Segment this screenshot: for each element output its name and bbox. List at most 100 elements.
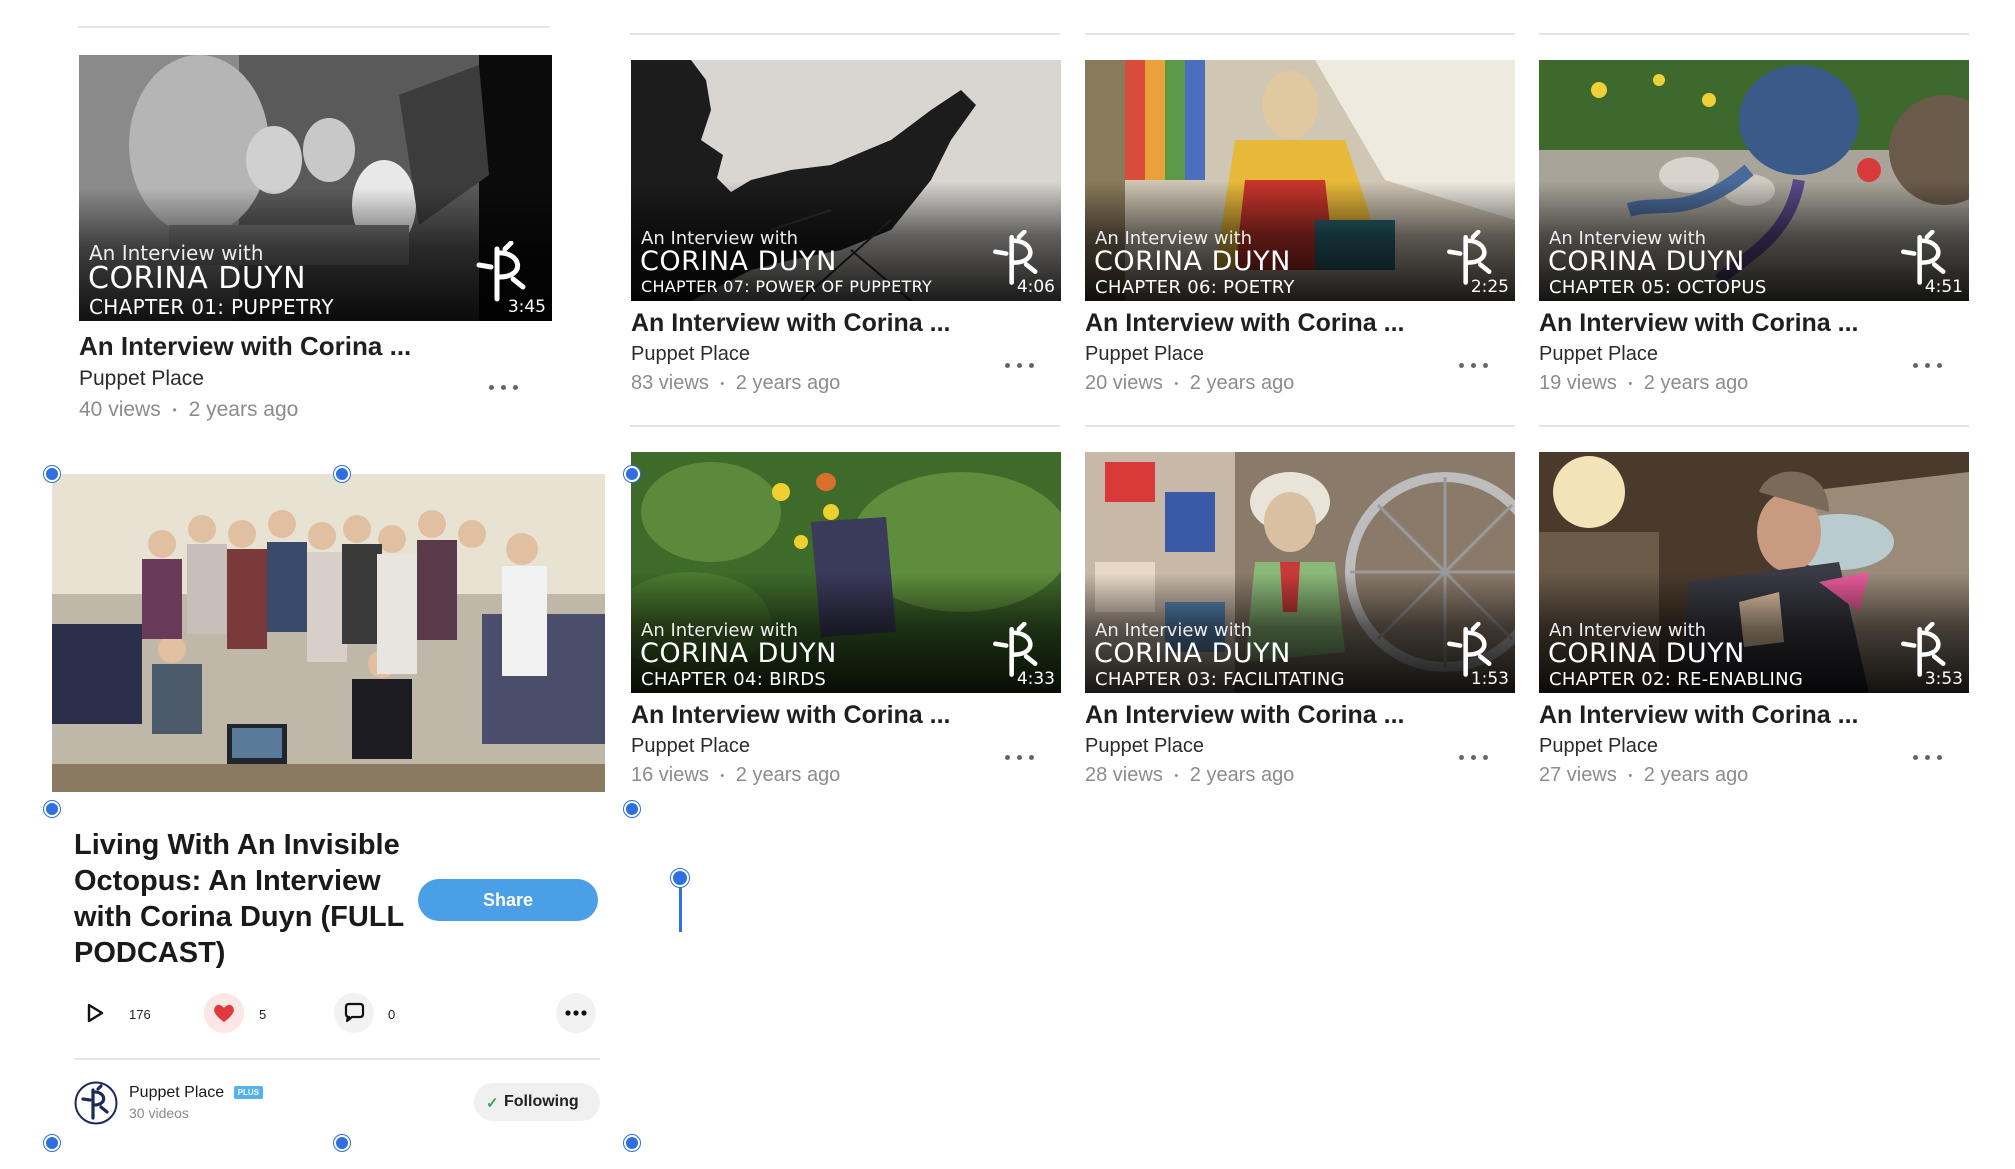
selection-handle-mid-right[interactable] bbox=[624, 801, 640, 817]
play-icon bbox=[87, 1003, 104, 1023]
thumbnail-line3: CHAPTER 01: PUPPETRY bbox=[89, 295, 334, 319]
like-button[interactable] bbox=[204, 993, 244, 1033]
video-age: 2 years ago bbox=[1643, 372, 1749, 394]
video-card[interactable]: An Interview with CORINA DUYN CHAPTER 06… bbox=[1085, 60, 1515, 400]
meta-separator: • bbox=[1174, 769, 1179, 782]
featured-thumbnail[interactable] bbox=[52, 474, 605, 792]
play-button[interactable] bbox=[74, 993, 114, 1033]
more-options-icon[interactable] bbox=[1459, 355, 1499, 375]
video-title[interactable]: An Interview with Corina ... bbox=[1085, 309, 1404, 338]
rotation-handle[interactable] bbox=[671, 869, 689, 887]
video-title[interactable]: An Interview with Corina ... bbox=[631, 701, 950, 730]
video-card[interactable]: An Interview with CORINA DUYN CHAPTER 04… bbox=[631, 452, 1061, 792]
selection-handle-mid-left[interactable] bbox=[44, 801, 60, 817]
channel-name[interactable]: Puppet Place bbox=[1085, 343, 1204, 366]
selection-handle-bottom-right[interactable] bbox=[624, 1135, 640, 1151]
selection-handle-top-right[interactable] bbox=[624, 466, 640, 482]
video-meta: 19 views • 2 years ago bbox=[1539, 372, 1748, 395]
comment-icon bbox=[344, 1002, 365, 1023]
video-title[interactable]: An Interview with Corina ... bbox=[1539, 309, 1858, 338]
video-title[interactable]: An Interview with Corina ... bbox=[631, 309, 950, 338]
like-count: 5 bbox=[259, 1007, 267, 1022]
thumbnail-line3: CHAPTER 05: OCTOPUS bbox=[1549, 277, 1767, 298]
view-count: 40 views bbox=[79, 398, 161, 421]
video-title[interactable]: An Interview with Corina ... bbox=[1085, 701, 1404, 730]
view-count: 19 views bbox=[1539, 372, 1617, 394]
channel-name[interactable]: Puppet Place bbox=[631, 343, 750, 366]
featured-title[interactable]: Living With An Invisible Octopus: An Int… bbox=[74, 827, 414, 971]
video-thumbnail[interactable]: An Interview with CORINA DUYN CHAPTER 01… bbox=[79, 55, 552, 321]
video-thumbnail[interactable]: An Interview with CORINA DUYN CHAPTER 04… bbox=[631, 452, 1061, 693]
video-card[interactable]: An Interview with CORINA DUYN CHAPTER 03… bbox=[1085, 452, 1515, 792]
featured-divider bbox=[74, 1058, 600, 1060]
video-thumbnail[interactable]: An Interview with CORINA DUYN CHAPTER 05… bbox=[1539, 60, 1969, 301]
video-age: 2 years ago bbox=[188, 398, 299, 421]
video-title[interactable]: An Interview with Corina ... bbox=[79, 331, 411, 362]
divider-top-col1 bbox=[78, 26, 550, 28]
video-card[interactable]: An Interview with CORINA DUYN CHAPTER 02… bbox=[1539, 452, 1969, 792]
more-options-icon[interactable] bbox=[1005, 355, 1045, 375]
featured-title-line: Living With An Invisible bbox=[74, 829, 400, 861]
featured-title-line: with Corina Duyn (FULL bbox=[74, 901, 405, 933]
divider-mid-col3 bbox=[1085, 425, 1515, 427]
thumbnail-line2: CORINA DUYN bbox=[1548, 246, 1745, 277]
play-count: 176 bbox=[129, 1007, 151, 1022]
channel-name[interactable]: Puppet Place bbox=[1539, 735, 1658, 758]
meta-separator: • bbox=[1174, 377, 1179, 390]
more-options-icon[interactable] bbox=[489, 377, 529, 397]
view-count: 83 views bbox=[631, 372, 709, 394]
channel-name[interactable]: Puppet Place bbox=[1539, 343, 1658, 366]
divider-top-col3 bbox=[1085, 33, 1515, 35]
video-meta: 40 views • 2 years ago bbox=[79, 398, 298, 422]
comment-button[interactable] bbox=[334, 993, 374, 1033]
channel-avatar[interactable] bbox=[74, 1081, 118, 1125]
video-thumbnail[interactable]: An Interview with CORINA DUYN CHAPTER 06… bbox=[1085, 60, 1515, 301]
channel-name[interactable]: Puppet Place bbox=[1085, 735, 1204, 758]
video-age: 2 years ago bbox=[1189, 372, 1295, 394]
video-meta: 27 views • 2 years ago bbox=[1539, 764, 1748, 787]
channel-name[interactable]: Puppet Place bbox=[631, 735, 750, 758]
thumbnail-line3: CHAPTER 03: FACILITATING bbox=[1095, 669, 1345, 690]
channel-name[interactable]: Puppet Place bbox=[79, 367, 204, 391]
divider-mid-col4 bbox=[1539, 425, 1969, 427]
video-age: 2 years ago bbox=[735, 764, 841, 786]
video-card[interactable]: An Interview with CORINA DUYN CHAPTER 07… bbox=[631, 60, 1061, 400]
selection-handle-top-center[interactable] bbox=[334, 466, 350, 482]
video-duration: 3:53 bbox=[1924, 669, 1963, 689]
group-photo-image bbox=[52, 474, 605, 792]
meta-separator: • bbox=[1628, 769, 1633, 782]
channel-info[interactable]: Puppet Place PLUS 30 videos bbox=[129, 1084, 263, 1121]
share-button[interactable]: Share bbox=[418, 879, 598, 921]
more-options-icon[interactable] bbox=[1913, 355, 1953, 375]
video-thumbnail[interactable]: An Interview with CORINA DUYN CHAPTER 03… bbox=[1085, 452, 1515, 693]
more-options-button[interactable] bbox=[556, 993, 596, 1033]
more-options-icon[interactable] bbox=[1459, 747, 1499, 767]
view-count: 28 views bbox=[1085, 764, 1163, 786]
video-duration: 4:06 bbox=[1016, 277, 1055, 297]
video-age: 2 years ago bbox=[735, 372, 841, 394]
selection-handle-top-left[interactable] bbox=[44, 466, 60, 482]
following-label: Following bbox=[504, 1093, 579, 1110]
thumbnail-line2: CORINA DUYN bbox=[1548, 638, 1745, 669]
selection-handle-bottom-center[interactable] bbox=[334, 1135, 350, 1151]
video-card[interactable]: An Interview with CORINA DUYN CHAPTER 05… bbox=[1539, 60, 1969, 400]
video-meta: 16 views • 2 years ago bbox=[631, 764, 840, 787]
channel-name[interactable]: Puppet Place bbox=[129, 1084, 224, 1101]
more-options-icon[interactable] bbox=[1913, 747, 1953, 767]
video-thumbnail[interactable]: An Interview with CORINA DUYN CHAPTER 02… bbox=[1539, 452, 1969, 693]
selection-handle-bottom-left[interactable] bbox=[44, 1135, 60, 1151]
more-options-icon[interactable] bbox=[1005, 747, 1045, 767]
thumbnail-line2: CORINA DUYN bbox=[640, 638, 837, 669]
video-age: 2 years ago bbox=[1643, 764, 1749, 786]
video-duration: 4:33 bbox=[1016, 669, 1055, 689]
video-meta: 83 views • 2 years ago bbox=[631, 372, 840, 395]
video-card[interactable]: An Interview with CORINA DUYN CHAPTER 01… bbox=[79, 55, 552, 425]
thumbnail-line2: CORINA DUYN bbox=[1094, 246, 1291, 277]
meta-separator: • bbox=[720, 769, 725, 782]
video-thumbnail[interactable]: An Interview with CORINA DUYN CHAPTER 07… bbox=[631, 60, 1061, 301]
video-title[interactable]: An Interview with Corina ... bbox=[1539, 701, 1858, 730]
view-count: 20 views bbox=[1085, 372, 1163, 394]
view-count: 27 views bbox=[1539, 764, 1617, 786]
divider-top-col4 bbox=[1539, 33, 1969, 35]
following-button[interactable]: ✓ Following bbox=[474, 1083, 600, 1121]
